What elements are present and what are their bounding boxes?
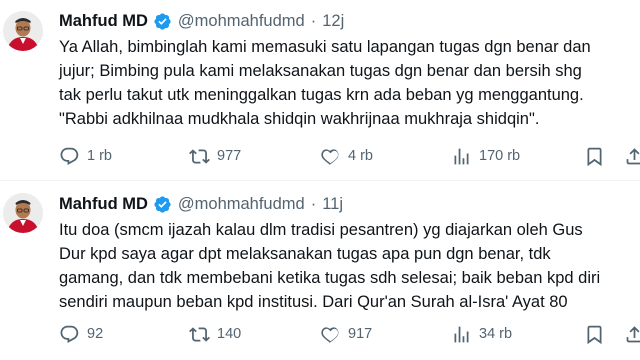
author-handle[interactable]: @mohmahfudmd — [178, 195, 305, 214]
retweet-count: 140 — [217, 326, 242, 342]
author-name[interactable]: Mahfud MD — [59, 12, 148, 31]
views-icon — [454, 326, 469, 342]
retweet-button[interactable]: 977 — [189, 144, 241, 168]
views-icon — [454, 148, 469, 164]
bookmark-icon — [587, 325, 602, 344]
tweet[interactable]: Mahfud MD @mohmahfudmd · 11j Itu doa (sm… — [0, 180, 640, 360]
views-count: 34 rb — [479, 326, 513, 342]
views-button[interactable]: 170 rb — [451, 144, 520, 168]
share-button[interactable] — [624, 144, 640, 168]
retweet-icon — [189, 148, 210, 164]
tweet[interactable]: Mahfud MD @mohmahfudmd · 12j Ya Allah, b… — [0, 0, 640, 180]
tweet-text: Ya Allah, bimbinglah kami memasuki satu … — [59, 38, 591, 128]
reply-count: 1 rb — [87, 148, 112, 164]
header-separator: · — [310, 11, 317, 30]
author-name[interactable]: Mahfud MD — [59, 195, 148, 214]
tweet-header: Mahfud MD @mohmahfudmd · 12j — [59, 9, 344, 33]
retweet-icon — [189, 326, 210, 342]
tweet-timestamp[interactable]: 11j — [322, 195, 343, 214]
like-icon — [321, 148, 339, 165]
like-count: 917 — [348, 326, 373, 342]
tweet-actions: 92 140 917 34 rb — [59, 322, 640, 346]
bookmark-button[interactable] — [584, 322, 605, 346]
retweet-button[interactable]: 140 — [189, 322, 241, 346]
tweet-actions: 1 rb 977 4 rb 170 rb — [59, 144, 640, 168]
avatar[interactable] — [3, 11, 43, 51]
reply-icon — [60, 147, 79, 165]
avatar[interactable] — [3, 193, 43, 233]
avatar-portrait-icon — [3, 193, 43, 233]
retweet-count: 977 — [217, 148, 242, 164]
reply-button[interactable]: 1 rb — [59, 144, 112, 168]
avatar-portrait-icon — [3, 11, 43, 51]
bookmark-icon — [587, 147, 602, 166]
tweet-header: Mahfud MD @mohmahfudmd · 11j — [59, 192, 343, 216]
verified-badge-icon — [154, 195, 171, 213]
share-button[interactable] — [624, 322, 640, 346]
reply-count: 92 — [87, 326, 104, 342]
views-button[interactable]: 34 rb — [451, 322, 512, 346]
like-button[interactable]: 4 rb — [320, 144, 373, 168]
share-icon — [626, 325, 640, 342]
reply-button[interactable]: 92 — [59, 322, 103, 346]
header-separator: · — [310, 194, 317, 213]
tweet-timestamp[interactable]: 12j — [322, 12, 344, 31]
tweet-text: Itu doa (smcm ijazah kalau dlm tradisi p… — [59, 221, 601, 311]
views-count: 170 rb — [479, 148, 521, 164]
reply-icon — [60, 325, 79, 343]
like-button[interactable]: 917 — [320, 322, 372, 346]
verified-badge-icon — [154, 12, 171, 30]
bookmark-button[interactable] — [584, 144, 605, 168]
share-icon — [626, 147, 640, 164]
like-icon — [321, 326, 339, 343]
like-count: 4 rb — [348, 148, 373, 164]
author-handle[interactable]: @mohmahfudmd — [178, 12, 305, 31]
